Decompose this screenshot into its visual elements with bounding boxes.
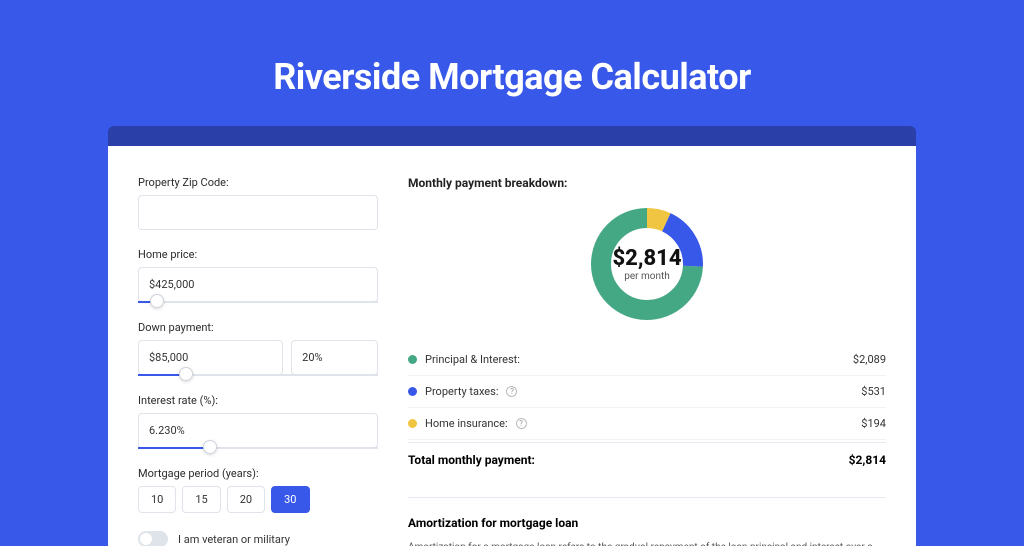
period-segmented: 10 15 20 30 <box>138 486 378 513</box>
legend-value: $194 <box>861 417 886 430</box>
amortization-section: Amortization for mortgage loan Amortizat… <box>408 497 886 546</box>
toggle-knob <box>140 533 152 545</box>
home-price-label: Home price: <box>138 248 378 261</box>
legend-dot <box>408 387 417 396</box>
donut-chart: $2,814 per month <box>408 204 886 324</box>
interest-slider[interactable] <box>138 447 378 449</box>
amortization-title: Amortization for mortgage loan <box>408 516 886 530</box>
legend-property-taxes: Property taxes: ? $531 <box>408 376 886 408</box>
total-label: Total monthly payment: <box>408 453 535 467</box>
donut-center: $2,814 per month <box>612 246 681 282</box>
help-icon[interactable]: ? <box>506 386 517 397</box>
form-panel: Property Zip Code: Home price: Down paym… <box>138 176 378 546</box>
breakdown-title: Monthly payment breakdown: <box>408 176 886 190</box>
home-price-slider[interactable] <box>138 301 378 303</box>
legend-value: $531 <box>861 385 886 398</box>
banner-strip <box>108 126 916 146</box>
down-payment-field: Down payment: <box>138 321 378 376</box>
down-payment-pct-input[interactable] <box>291 340 378 375</box>
zip-field: Property Zip Code: <box>138 176 378 230</box>
interest-label: Interest rate (%): <box>138 394 378 407</box>
legend-home-insurance: Home insurance: ? $194 <box>408 408 886 440</box>
legend-label: Property taxes: <box>425 385 498 398</box>
breakdown-panel: Monthly payment breakdown: $2,814 per mo… <box>408 176 886 546</box>
home-price-field: Home price: <box>138 248 378 303</box>
slider-thumb[interactable] <box>150 294 164 308</box>
down-payment-amount-input[interactable] <box>138 340 283 375</box>
donut-sublabel: per month <box>612 271 681 282</box>
period-field: Mortgage period (years): 10 15 20 30 <box>138 467 378 513</box>
veteran-row: I am veteran or military <box>138 531 378 546</box>
veteran-label: I am veteran or military <box>178 533 290 546</box>
period-label: Mortgage period (years): <box>138 467 378 480</box>
down-payment-label: Down payment: <box>138 321 378 334</box>
total-value: $2,814 <box>849 453 886 467</box>
interest-input[interactable] <box>138 413 378 448</box>
legend-principal-interest: Principal & Interest: $2,089 <box>408 344 886 376</box>
page-title: Riverside Mortgage Calculator <box>60 56 964 98</box>
period-option-30[interactable]: 30 <box>271 486 309 513</box>
zip-input[interactable] <box>138 195 378 230</box>
down-payment-slider[interactable] <box>138 374 378 376</box>
legend-dot <box>408 419 417 428</box>
home-price-input[interactable] <box>138 267 378 302</box>
zip-label: Property Zip Code: <box>138 176 378 189</box>
interest-field: Interest rate (%): <box>138 394 378 449</box>
total-row: Total monthly payment: $2,814 <box>408 442 886 477</box>
amortization-text: Amortization for a mortgage loan refers … <box>408 540 886 546</box>
legend-dot <box>408 355 417 364</box>
legend-value: $2,089 <box>853 353 886 366</box>
period-option-10[interactable]: 10 <box>138 486 176 513</box>
calculator-card: Property Zip Code: Home price: Down paym… <box>108 146 916 546</box>
donut-value: $2,814 <box>612 246 681 271</box>
period-option-15[interactable]: 15 <box>182 486 220 513</box>
slider-thumb[interactable] <box>179 367 193 381</box>
veteran-toggle[interactable] <box>138 531 168 546</box>
help-icon[interactable]: ? <box>516 418 527 429</box>
legend-label: Principal & Interest: <box>425 353 520 366</box>
period-option-20[interactable]: 20 <box>227 486 265 513</box>
legend-label: Home insurance: <box>425 417 508 430</box>
slider-thumb[interactable] <box>203 440 217 454</box>
